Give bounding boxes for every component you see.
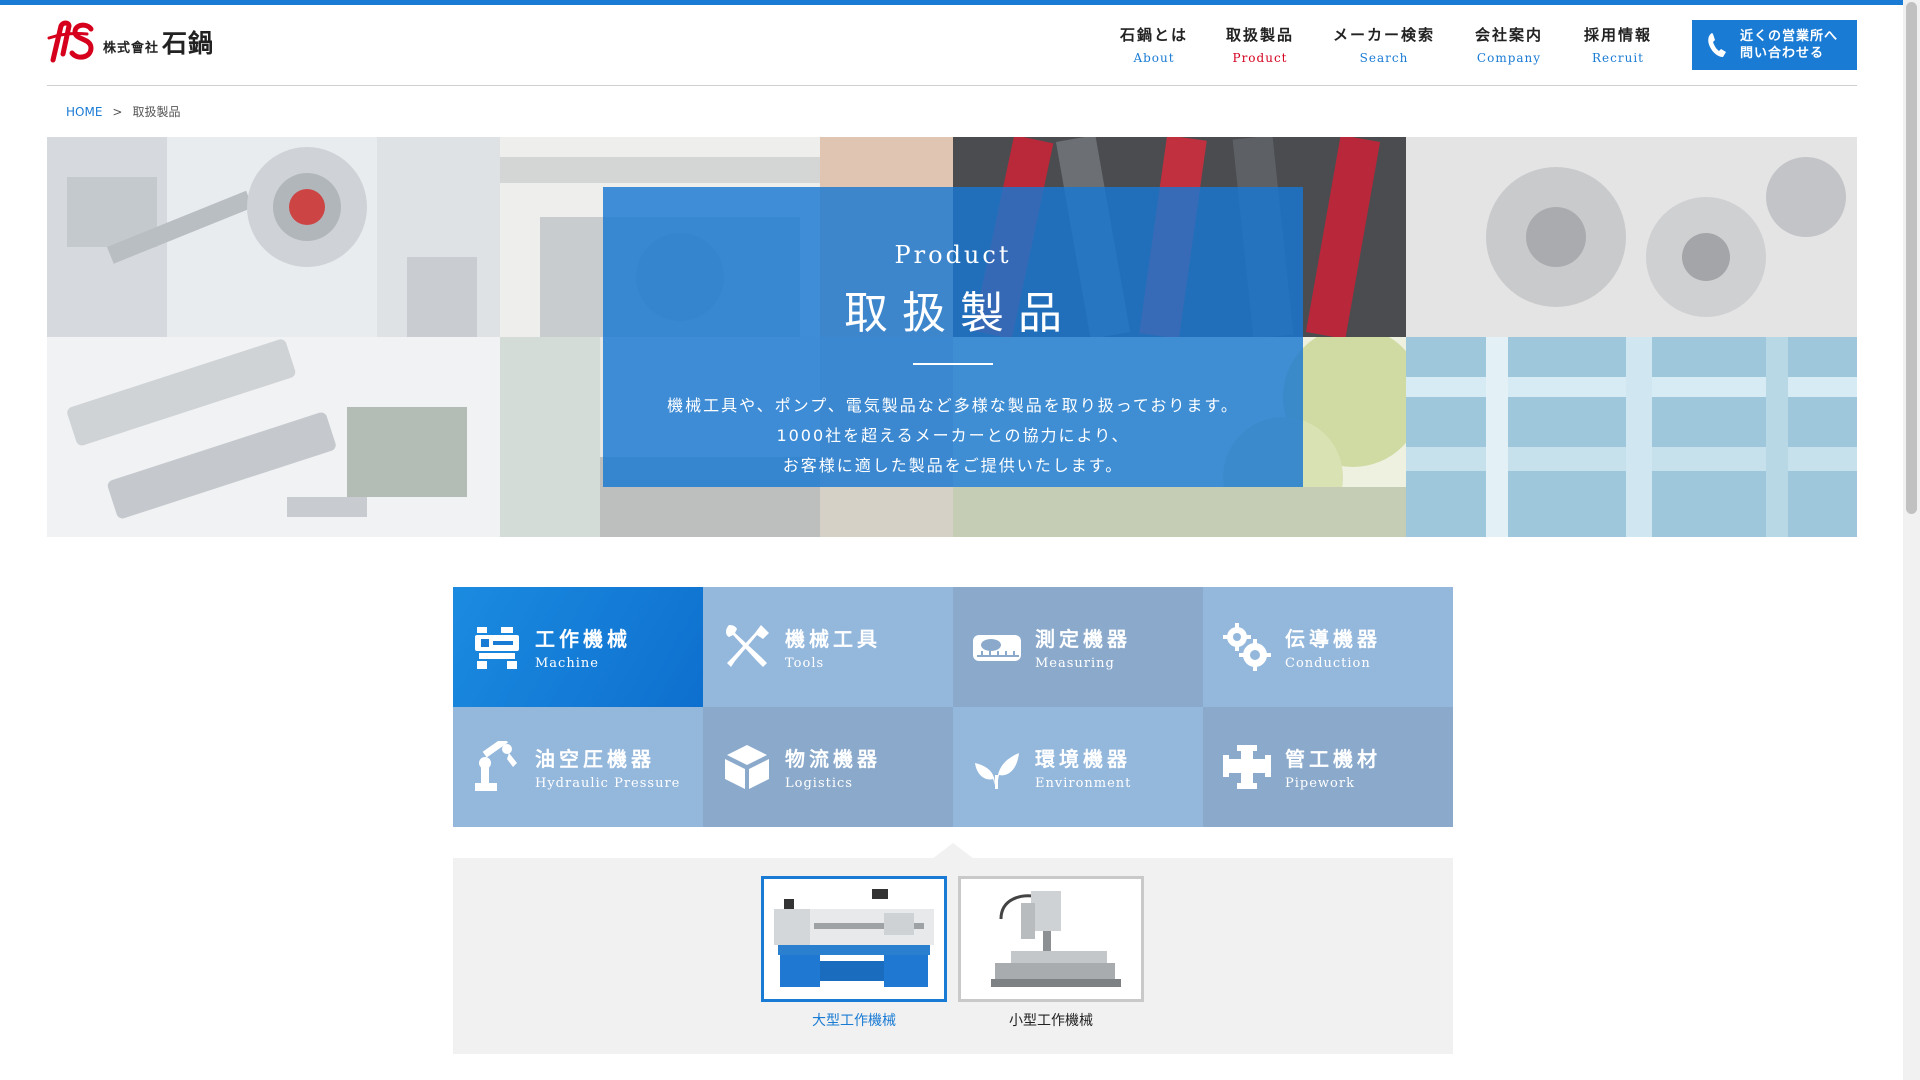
leaf-icon (971, 741, 1023, 793)
hero-photo-pulleys (1406, 137, 1857, 337)
category-measuring-en: Measuring (1035, 656, 1115, 671)
header-divider (47, 85, 1857, 86)
hero-banner: Product 取扱製品 機械工具や、ポンプ、電気製品など多様な製品を取り扱って… (47, 137, 1857, 537)
company-logo[interactable]: 株式會社 石鍋 (47, 19, 237, 64)
tools-icon (721, 621, 773, 673)
nav-about-en: About (1133, 51, 1175, 65)
category-conduction[interactable]: 伝導機器 Conduction (1203, 587, 1453, 707)
category-logistics-en: Logistics (785, 776, 853, 791)
hero-description: 機械工具や、ポンプ、電気製品など多様な製品を取り扱っております。 1000社を超… (603, 391, 1303, 481)
subcategory-pointer (932, 843, 974, 859)
nav-recruit-jp: 採用情報 (1583, 26, 1652, 44)
breadcrumb-separator: > (112, 104, 123, 119)
tape-measure-icon (971, 621, 1023, 673)
category-environment-en: Environment (1035, 776, 1132, 791)
gears-icon (1221, 621, 1273, 673)
nav-recruit-en: Recruit (1592, 51, 1644, 65)
category-environment-jp: 環境機器 (1035, 747, 1131, 771)
category-hydraulic-jp: 油空圧機器 (535, 747, 655, 771)
hero-title-en: Product (894, 241, 1012, 269)
category-pipework-jp: 管工機材 (1285, 747, 1381, 771)
nav-item-recruit[interactable]: 採用情報 Recruit (1562, 24, 1674, 72)
hero-photo-lathe-spindle (47, 137, 500, 337)
hero-divider (913, 363, 993, 365)
category-logistics-jp: 物流機器 (785, 747, 881, 771)
category-grid: 工作機械 Machine 機械工具 Tools 測定機器 Measuring 伝… (453, 587, 1453, 827)
pipe-icon (1221, 741, 1273, 793)
category-pipework[interactable]: 管工機材 Pipework (1203, 707, 1453, 827)
subcategory-small-label: 小型工作機械 (1009, 1013, 1093, 1029)
category-tools[interactable]: 機械工具 Tools (703, 587, 953, 707)
contact-line-1: 近くの営業所へ (1740, 29, 1839, 44)
scrollbar-thumb[interactable] (1906, 2, 1917, 514)
category-environment[interactable]: 環境機器 Environment (953, 707, 1203, 827)
contact-line-2: 問い合わせる (1740, 46, 1825, 61)
subcategory-large-label: 大型工作機械 (812, 1013, 896, 1029)
category-hydraulic-en: Hydraulic Pressure (535, 776, 681, 791)
subcategory-small-machine[interactable]: 小型工作機械 (958, 876, 1144, 1030)
main-nav: 石鍋とは About 取扱製品 Product メーカー検索 Search 会社… (1100, 24, 1674, 72)
category-tools-en: Tools (785, 656, 825, 671)
hero-desc-line-3: お客様に適した製品をご提供いたします。 (782, 456, 1124, 475)
phone-icon (1706, 31, 1730, 59)
hero-desc-line-2: 1000社を超えるメーカーとの協力により、 (776, 426, 1130, 445)
subcategory-panel: 大型工作機械 小型工作機械 (453, 858, 1453, 1054)
box-icon (721, 741, 773, 793)
top-accent-bar (0, 0, 1920, 5)
category-logistics[interactable]: 物流機器 Logistics (703, 707, 953, 827)
nav-item-about[interactable]: 石鍋とは About (1100, 24, 1208, 72)
nav-item-product[interactable]: 取扱製品 Product (1208, 24, 1312, 72)
category-hydraulic[interactable]: 油空圧機器 Hydraulic Pressure (453, 707, 703, 827)
hero-desc-line-1: 機械工具や、ポンプ、電気製品など多様な製品を取り扱っております。 (667, 396, 1239, 415)
contact-office-button[interactable]: 近くの営業所へ 問い合わせる (1692, 20, 1857, 70)
lathe-icon (471, 621, 523, 673)
category-measuring-jp: 測定機器 (1035, 627, 1131, 651)
logo-mark-icon (47, 20, 97, 64)
category-conduction-jp: 伝導機器 (1285, 627, 1381, 651)
nav-company-en: Company (1476, 51, 1542, 65)
hero-photo-plant-pipes (1406, 337, 1857, 537)
nav-about-jp: 石鍋とは (1119, 26, 1188, 44)
subcategory-large-machine[interactable]: 大型工作機械 (761, 876, 947, 1030)
hero-overlay-box: Product 取扱製品 機械工具や、ポンプ、電気製品など多様な製品を取り扱って… (603, 187, 1303, 487)
logo-big-text: 石鍋 (162, 28, 215, 58)
large-lathe-thumbnail (761, 876, 947, 1002)
hero-photo-pneumatic-cylinders (47, 337, 500, 537)
category-machine-en: Machine (535, 656, 599, 671)
logo-small-text: 株式會社 (103, 40, 160, 56)
nav-search-jp: メーカー検索 (1332, 26, 1435, 44)
category-tools-jp: 機械工具 (785, 627, 881, 651)
nav-company-jp: 会社案内 (1474, 26, 1543, 44)
nav-search-en: Search (1359, 51, 1409, 65)
nav-product-en: Product (1232, 51, 1288, 65)
hero-title: 取扱製品 (844, 288, 1076, 339)
nav-item-search[interactable]: メーカー検索 Search (1312, 24, 1456, 72)
category-pipework-en: Pipework (1285, 776, 1355, 791)
category-machine-jp: 工作機械 (535, 627, 631, 651)
nav-product-jp: 取扱製品 (1225, 26, 1294, 44)
breadcrumb-current: 取扱製品 (132, 105, 181, 119)
category-machine[interactable]: 工作機械 Machine (453, 587, 703, 707)
small-machine-thumbnail (958, 876, 1144, 1002)
category-conduction-en: Conduction (1285, 656, 1371, 671)
breadcrumb-home-link[interactable]: HOME (66, 105, 102, 119)
nav-item-company[interactable]: 会社案内 Company (1456, 24, 1562, 72)
robot-arm-icon (471, 736, 523, 793)
breadcrumb: HOME > 取扱製品 (66, 103, 180, 120)
category-measuring[interactable]: 測定機器 Measuring (953, 587, 1203, 707)
